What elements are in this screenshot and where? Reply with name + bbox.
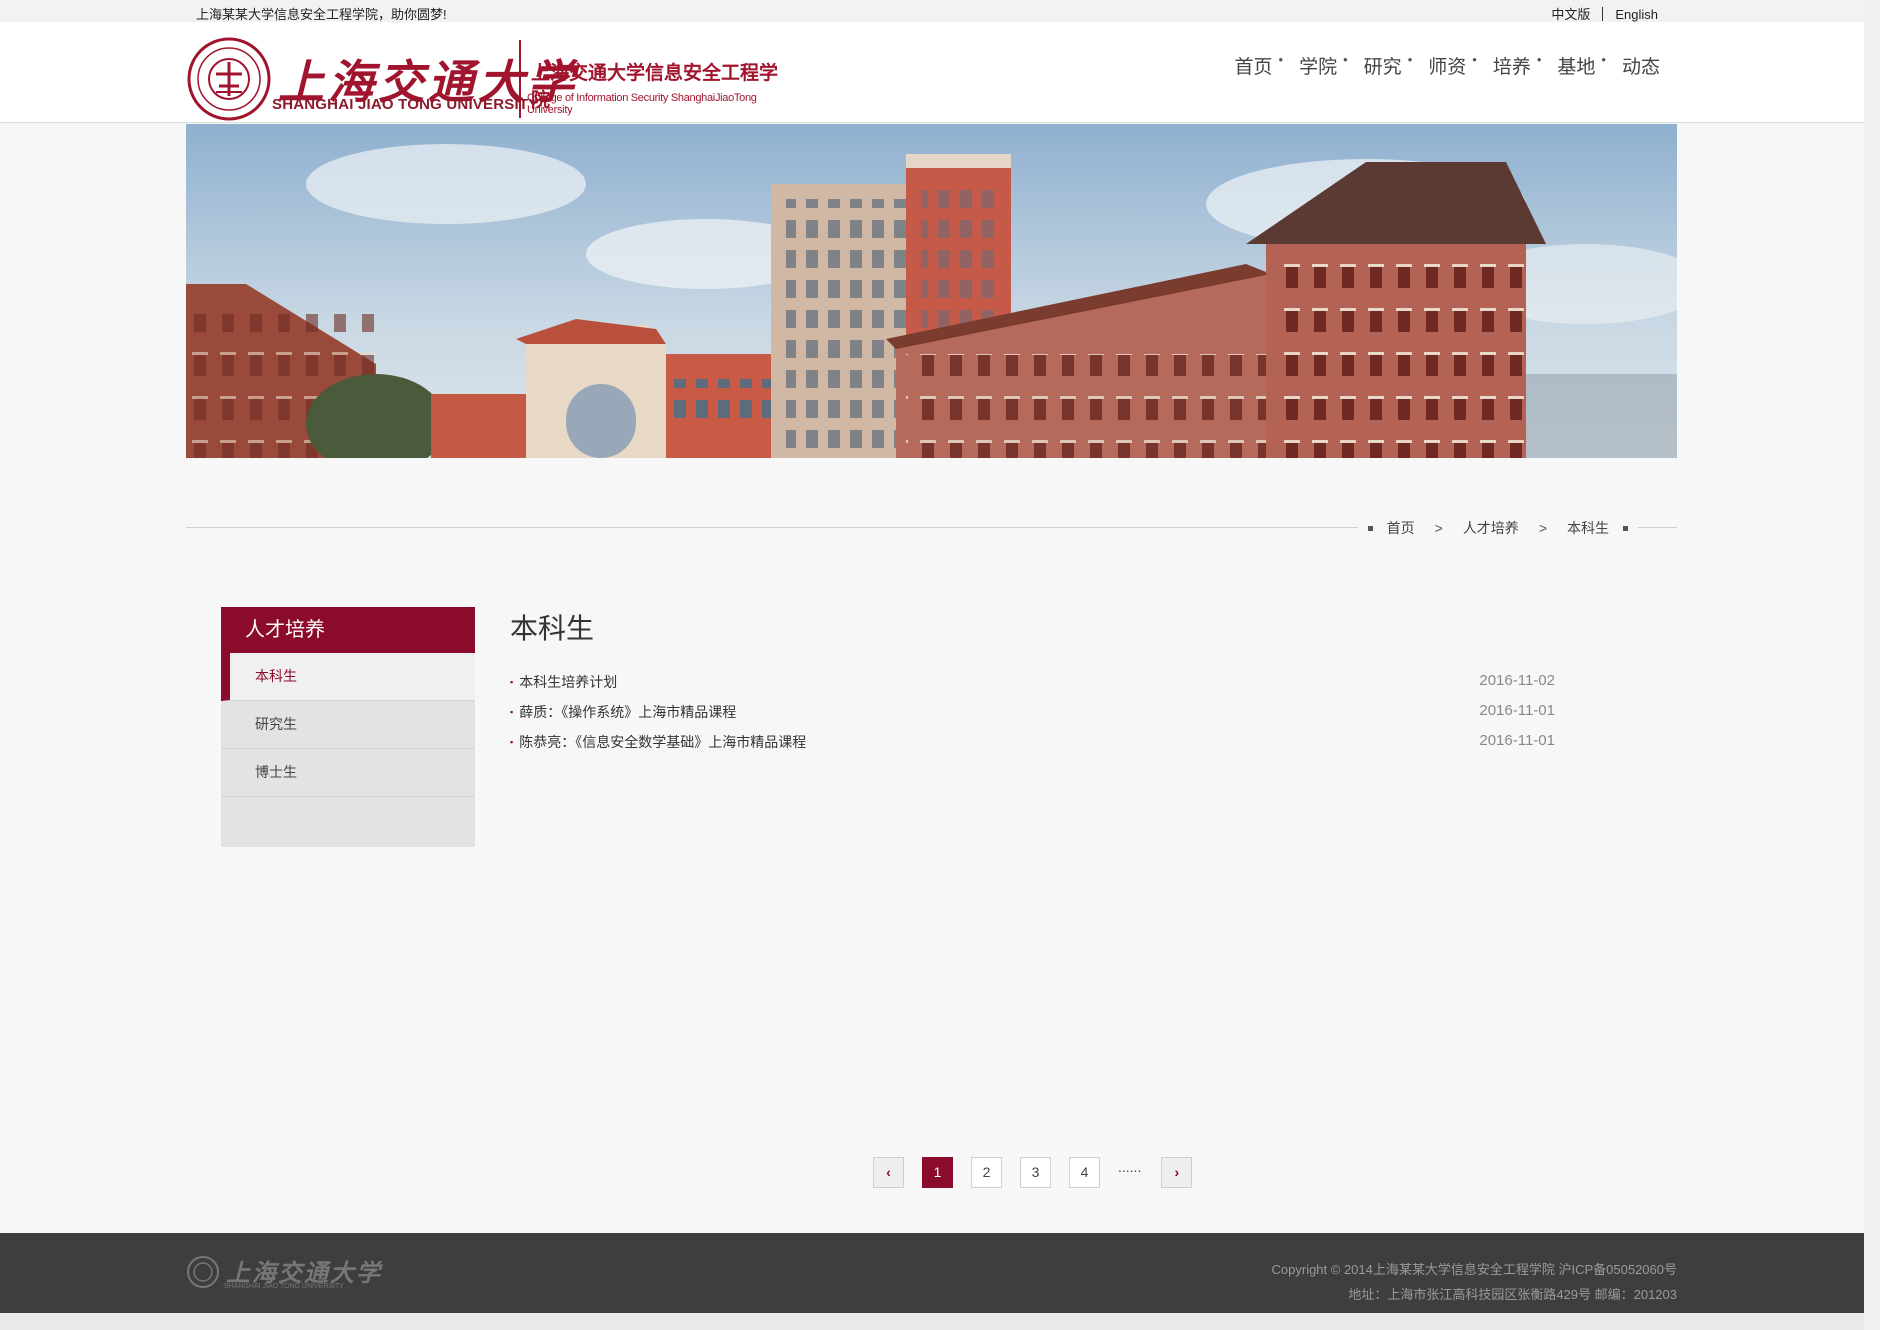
footer-info: Copyright © 2014上海某某大学信息安全工程学院 沪ICP备0505…: [1272, 1257, 1677, 1307]
university-seal-icon: [187, 1256, 219, 1288]
lang-chinese-link[interactable]: 中文版: [1551, 7, 1590, 22]
language-switch: 中文版 English: [1551, 4, 1658, 23]
list-item: 薛质：《操作系统》上海市精品课程 2016-11-01: [510, 702, 1555, 732]
breadcrumb-marker-start: [1367, 525, 1373, 531]
next-page-button[interactable]: ›: [1161, 1157, 1193, 1188]
sidebar-item-graduate[interactable]: 研究生: [221, 701, 475, 749]
breadcrumb-marker-end: [1623, 525, 1628, 531]
nav-college[interactable]: 学院: [1293, 52, 1343, 79]
nav-home[interactable]: 首页: [1229, 52, 1279, 79]
prev-page-button[interactable]: ‹: [873, 1157, 904, 1188]
nav-separator: •: [1278, 52, 1284, 67]
campus-banner-image: [186, 124, 1677, 458]
page-button-2[interactable]: 2: [971, 1157, 1002, 1188]
footer-logo-english: SHANGHAI JIAO TONG UNIVERSITY: [224, 1283, 344, 1290]
university-seal-icon: [187, 37, 271, 121]
site-footer: 上海交通大学 SHANGHAI JIAO TONG UNIVERSITY Cop…: [0, 1233, 1864, 1313]
page-button-3[interactable]: 3: [1020, 1157, 1051, 1188]
pagination-ellipsis: ......: [1118, 1158, 1142, 1175]
nav-separator: •: [1601, 52, 1606, 67]
logo-divider: [519, 40, 521, 118]
news-date: 2016-11-02: [1479, 672, 1555, 689]
breadcrumb-home[interactable]: 首页: [1387, 518, 1415, 538]
news-date: 2016-11-01: [1479, 702, 1555, 719]
nav-research[interactable]: 研究: [1358, 52, 1408, 79]
top-bar: 上海某某大学信息安全工程学院，助你圆梦! 中文版 English: [0, 0, 1864, 22]
breadcrumb-current: 本科生: [1567, 520, 1609, 536]
bottom-strip: [0, 1313, 1864, 1330]
nav-separator: •: [1343, 52, 1348, 67]
welcome-text: 上海某某大学信息安全工程学院，助你圆梦!: [196, 7, 447, 22]
page-title: 本科生: [510, 613, 595, 644]
page: 上海某某大学信息安全工程学院，助你圆梦! 中文版 English 上海交通大学 S…: [0, 0, 1864, 1330]
lang-english-link[interactable]: English: [1615, 7, 1658, 22]
breadcrumb-section[interactable]: 人才培养: [1463, 518, 1519, 538]
nav-news[interactable]: 动态: [1616, 52, 1666, 79]
sidebar: 人才培养 本科生 研究生 博士生: [221, 607, 475, 847]
breadcrumb-separator: >: [1538, 520, 1547, 536]
news-title-link[interactable]: 陈恭亮：《信息安全数学基础》上海市精品课程: [510, 732, 806, 762]
sidebar-item-undergraduate[interactable]: 本科生: [221, 653, 475, 701]
news-title-link[interactable]: 薛质：《操作系统》上海市精品课程: [510, 702, 736, 732]
footer-logo: 上海交通大学 SHANGHAI JIAO TONG UNIVERSITY: [186, 1255, 380, 1294]
nav-base[interactable]: 基地: [1551, 52, 1601, 79]
lang-divider: [1602, 7, 1604, 21]
nav-separator: •: [1536, 52, 1542, 67]
nav-separator: •: [1407, 52, 1413, 67]
news-date: 2016-11-01: [1479, 732, 1555, 749]
scrollbar[interactable]: [1864, 0, 1880, 1330]
main-nav: 首页 • 学院 • 研究 • 师资 • 培养 • 基地 • 动态: [1229, 52, 1666, 79]
page-button-4[interactable]: 4: [1069, 1157, 1100, 1188]
list-item: 本科生培养计划 2016-11-02: [510, 672, 1555, 702]
breadcrumb-separator: >: [1434, 520, 1443, 536]
news-list: 本科生培养计划 2016-11-02 薛质：《操作系统》上海市精品课程 2016…: [510, 672, 1555, 762]
nav-separator: •: [1472, 52, 1477, 67]
nav-faculty[interactable]: 师资: [1422, 52, 1472, 79]
news-title-link[interactable]: 本科生培养计划: [510, 672, 617, 702]
site-header: 上海交通大学 SHANGHAI JIAO TONG UNIVERSITY 上海交…: [0, 22, 1864, 123]
pagination: ‹ 1 2 3 4 ...... ›: [873, 1157, 1210, 1188]
address-text: 地址：上海市张江高科技园区张衡路429号 邮编：201203: [1348, 1287, 1677, 1302]
nav-training[interactable]: 培养: [1487, 52, 1537, 79]
page-button-1[interactable]: 1: [922, 1157, 953, 1188]
college-english-name: College of Information Security Shanghai…: [527, 92, 757, 116]
logo-english-name: SHANGHAI JIAO TONG UNIVERSITY: [272, 96, 539, 113]
list-item: 陈恭亮：《信息安全数学基础》上海市精品课程 2016-11-01: [510, 732, 1555, 762]
copyright-text: Copyright © 2014上海某某大学信息安全工程学院 沪ICP备0505…: [1271, 1262, 1677, 1277]
sidebar-item-doctoral[interactable]: 博士生: [221, 749, 475, 797]
sidebar-filler: [221, 797, 475, 847]
site-logo[interactable]: 上海交通大学 SHANGHAI JIAO TONG UNIVERSITY 上海交…: [186, 36, 786, 121]
sidebar-title: 人才培养: [221, 607, 475, 653]
breadcrumb: 首页 > 人才培养 > 本科生: [1357, 518, 1638, 538]
